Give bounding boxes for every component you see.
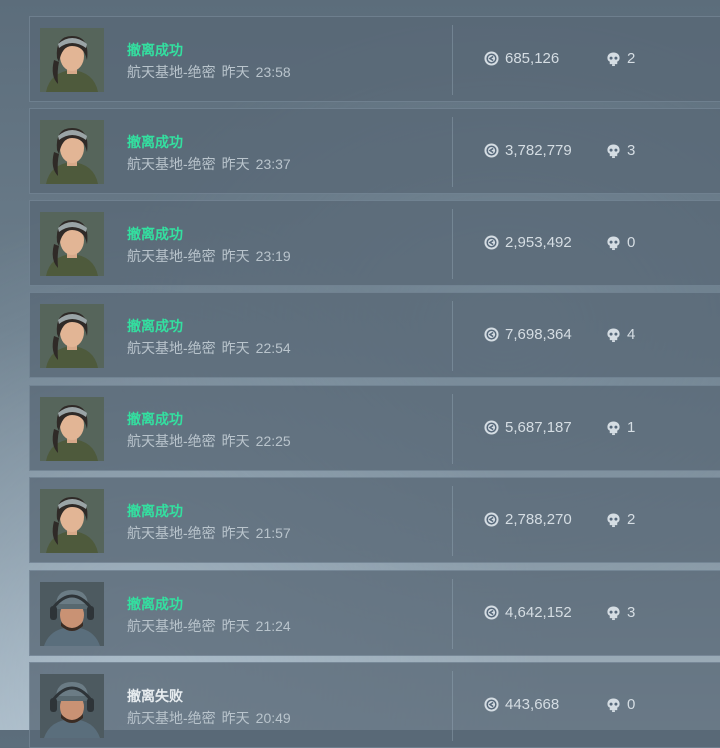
match-time: 20:49 (255, 710, 291, 726)
match-record-row[interactable]: 撤离成功 航天基地-绝密 昨天 23:37 3,782,779 3 (29, 108, 720, 194)
loot-value: 3,782,779 (505, 142, 572, 159)
loot-value: 685,126 (505, 50, 560, 67)
match-time: 23:37 (255, 156, 291, 172)
match-time: 21:24 (255, 618, 291, 634)
divider (452, 671, 453, 741)
map-name: 航天基地-绝密 (127, 618, 216, 634)
coin-icon (484, 143, 499, 158)
match-day: 昨天 (221, 248, 250, 264)
female-operator-avatar (40, 397, 104, 461)
match-time: 22:54 (255, 340, 291, 356)
kill-count: 3 (627, 604, 636, 621)
kill-count: 1 (627, 419, 636, 436)
match-day: 昨天 (221, 525, 250, 541)
map-name: 航天基地-绝密 (127, 525, 216, 541)
match-info: 航天基地-绝密 昨天 20:49 (127, 708, 291, 728)
match-time: 23:19 (255, 248, 291, 264)
kill-count: 2 (627, 50, 636, 67)
extraction-status: 撤离成功 (127, 318, 183, 334)
male-operator-avatar (40, 582, 104, 646)
match-record-row[interactable]: 撤离成功 航天基地-绝密 昨天 22:25 5,687,187 1 (29, 385, 720, 471)
match-day: 昨天 (221, 710, 250, 726)
match-info: 航天基地-绝密 昨天 21:57 (127, 523, 291, 543)
match-day: 昨天 (221, 340, 250, 356)
skull-icon (607, 421, 620, 436)
divider (452, 25, 453, 95)
map-name: 航天基地-绝密 (127, 433, 216, 449)
divider (452, 117, 453, 187)
match-info: 航天基地-绝密 昨天 22:54 (127, 338, 291, 358)
loot-value: 5,687,187 (505, 419, 572, 436)
skull-icon (607, 698, 620, 713)
loot-value: 2,788,270 (505, 511, 572, 528)
divider (452, 301, 453, 371)
divider (452, 486, 453, 556)
loot-value: 4,642,152 (505, 604, 572, 621)
map-name: 航天基地-绝密 (127, 340, 216, 356)
match-time: 21:57 (255, 525, 291, 541)
match-record-row[interactable]: 撤离成功 航天基地-绝密 昨天 21:57 2,788,270 2 (29, 477, 720, 563)
match-record-row[interactable]: 撤离失败 航天基地-绝密 昨天 20:49 443,668 0 (29, 662, 720, 748)
extraction-status: 撤离成功 (127, 134, 183, 150)
match-record-row[interactable]: 撤离成功 航天基地-绝密 昨天 23:19 2,953,492 0 (29, 200, 720, 286)
kill-count: 0 (627, 696, 636, 713)
match-time: 23:58 (255, 64, 291, 80)
coin-icon (484, 327, 499, 342)
match-day: 昨天 (221, 433, 250, 449)
coin-icon (484, 697, 499, 712)
skull-icon (607, 606, 620, 621)
kill-count: 3 (627, 142, 636, 159)
coin-icon (484, 512, 499, 527)
match-info: 航天基地-绝密 昨天 22:25 (127, 431, 291, 451)
match-day: 昨天 (221, 156, 250, 172)
female-operator-avatar (40, 304, 104, 368)
female-operator-avatar (40, 28, 104, 92)
loot-value: 2,953,492 (505, 234, 572, 251)
skull-icon (607, 328, 620, 343)
coin-icon (484, 235, 499, 250)
match-day: 昨天 (221, 64, 250, 80)
loot-value: 7,698,364 (505, 326, 572, 343)
map-name: 航天基地-绝密 (127, 710, 216, 726)
map-name: 航天基地-绝密 (127, 156, 216, 172)
divider (452, 579, 453, 649)
match-info: 航天基地-绝密 昨天 21:24 (127, 616, 291, 636)
skull-icon (607, 513, 620, 528)
loot-value: 443,668 (505, 696, 560, 713)
coin-icon (484, 51, 499, 66)
skull-icon (607, 52, 620, 67)
match-info: 航天基地-绝密 昨天 23:58 (127, 62, 291, 82)
extraction-status: 撤离成功 (127, 226, 183, 242)
extraction-status: 撤离成功 (127, 596, 183, 612)
male-operator-avatar (40, 674, 104, 738)
extraction-status: 撤离成功 (127, 503, 183, 519)
kill-count: 2 (627, 511, 636, 528)
match-record-row[interactable]: 撤离成功 航天基地-绝密 昨天 22:54 7,698,364 4 (29, 292, 720, 378)
match-record-row[interactable]: 撤离成功 航天基地-绝密 昨天 23:58 685,126 2 (29, 16, 720, 102)
map-name: 航天基地-绝密 (127, 248, 216, 264)
female-operator-avatar (40, 120, 104, 184)
match-time: 22:25 (255, 433, 291, 449)
divider (452, 394, 453, 464)
coin-icon (484, 420, 499, 435)
extraction-status: 撤离失败 (127, 688, 183, 704)
map-name: 航天基地-绝密 (127, 64, 216, 80)
match-record-row[interactable]: 撤离成功 航天基地-绝密 昨天 21:24 4,642,152 3 (29, 570, 720, 656)
match-info: 航天基地-绝密 昨天 23:19 (127, 246, 291, 266)
extraction-status: 撤离成功 (127, 42, 183, 58)
match-day: 昨天 (221, 618, 250, 634)
skull-icon (607, 236, 620, 251)
female-operator-avatar (40, 489, 104, 553)
divider (452, 209, 453, 279)
female-operator-avatar (40, 212, 104, 276)
kill-count: 4 (627, 326, 636, 343)
coin-icon (484, 605, 499, 620)
kill-count: 0 (627, 234, 636, 251)
match-info: 航天基地-绝密 昨天 23:37 (127, 154, 291, 174)
skull-icon (607, 144, 620, 159)
extraction-status: 撤离成功 (127, 411, 183, 427)
